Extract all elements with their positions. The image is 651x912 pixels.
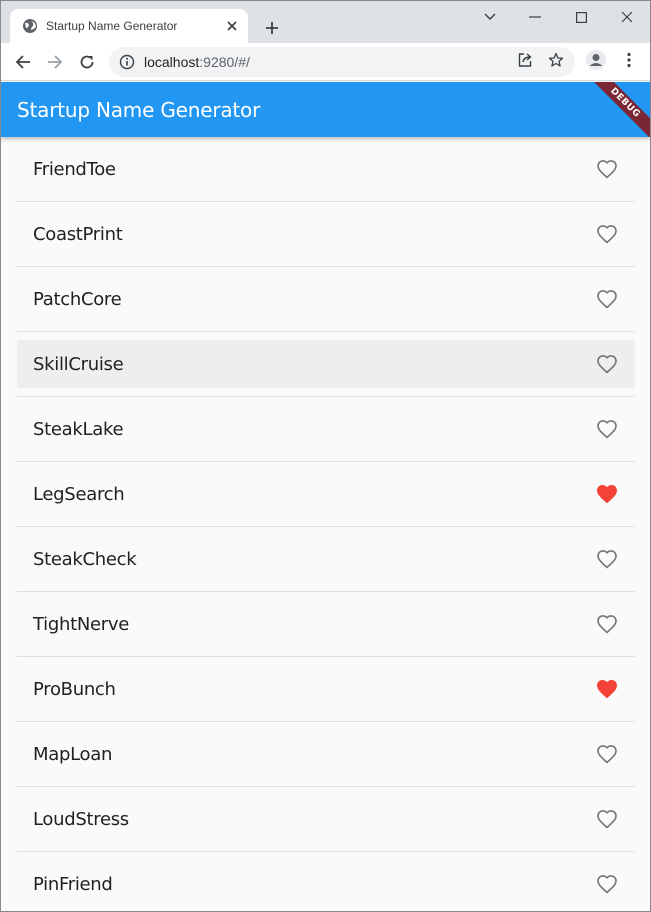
favorite-outline-heart-icon[interactable]	[595, 872, 619, 896]
startup-name: SteakCheck	[33, 548, 137, 570]
browser-tab[interactable]: Startup Name Generator	[10, 9, 248, 43]
address-bar[interactable]: localhost:9280/#/	[109, 47, 575, 77]
list-item[interactable]: MapLoan	[17, 722, 635, 786]
site-info-icon[interactable]	[119, 54, 135, 70]
tab-title: Startup Name Generator	[46, 19, 178, 33]
more-menu-icon[interactable]	[617, 48, 641, 72]
list-item[interactable]: SkillCruise	[17, 332, 635, 396]
name-list: FriendToe CoastPrint PatchCore SkillCrui…	[17, 137, 635, 911]
back-arrow-icon[interactable]	[9, 48, 37, 76]
startup-name: PinFriend	[33, 873, 113, 895]
close-tab-icon[interactable]	[220, 14, 244, 38]
new-tab-button[interactable]	[259, 15, 285, 41]
startup-name: SkillCruise	[33, 353, 124, 375]
list-item[interactable]: ProBunch	[17, 657, 635, 721]
favorite-outline-heart-icon[interactable]	[595, 742, 619, 766]
minimize-icon[interactable]	[512, 1, 558, 33]
list-item[interactable]: FriendToe	[17, 137, 635, 201]
startup-name: PatchCore	[33, 288, 122, 310]
list-item[interactable]: SteakLake	[17, 397, 635, 461]
favorite-outline-heart-icon[interactable]	[595, 222, 619, 246]
favorite-outline-heart-icon[interactable]	[595, 287, 619, 311]
maximize-icon[interactable]	[558, 1, 604, 33]
debug-banner: DEBUG	[574, 82, 650, 137]
forward-arrow-icon[interactable]	[41, 48, 69, 76]
app-bar: Startup Name Generator DEBUG	[1, 82, 650, 137]
browser-window: Startup Name Generator localhost:9280/#/…	[0, 0, 651, 912]
favorite-outline-heart-icon[interactable]	[595, 157, 619, 181]
list-item[interactable]: PinFriend	[17, 852, 635, 911]
list-item[interactable]: SteakCheck	[17, 527, 635, 591]
share-icon[interactable]	[513, 48, 537, 72]
startup-name: TightNerve	[33, 613, 130, 635]
app-title: Startup Name Generator	[17, 97, 261, 122]
list-item[interactable]: LoudStress	[17, 787, 635, 851]
browser-toolbar: localhost:9280/#/	[1, 43, 650, 81]
startup-name: FriendToe	[33, 158, 116, 180]
list-item[interactable]: PatchCore	[17, 267, 635, 331]
favorite-outline-heart-icon[interactable]	[595, 612, 619, 636]
list-item[interactable]: CoastPrint	[17, 202, 635, 266]
startup-name: LegSearch	[33, 483, 125, 505]
url-text: localhost:9280/#/	[144, 54, 250, 70]
list-item[interactable]: LegSearch	[17, 462, 635, 526]
startup-name: MapLoan	[33, 743, 113, 765]
reload-icon[interactable]	[73, 48, 101, 76]
favorite-filled-heart-icon[interactable]	[595, 482, 619, 506]
favorite-outline-heart-icon[interactable]	[595, 417, 619, 441]
tab-search-icon[interactable]	[467, 1, 513, 33]
startup-name: ProBunch	[33, 678, 116, 700]
favorite-outline-heart-icon[interactable]	[595, 807, 619, 831]
close-window-icon[interactable]	[604, 1, 650, 33]
tab-strip: Startup Name Generator	[1, 1, 650, 43]
favorite-filled-heart-icon[interactable]	[595, 677, 619, 701]
profile-avatar-icon[interactable]	[584, 48, 608, 72]
startup-name: CoastPrint	[33, 223, 123, 245]
bookmark-star-icon[interactable]	[544, 48, 568, 72]
startup-name: SteakLake	[33, 418, 124, 440]
startup-name: LoudStress	[33, 808, 129, 830]
list-item[interactable]: TightNerve	[17, 592, 635, 656]
globe-icon	[23, 19, 37, 33]
favorite-outline-heart-icon[interactable]	[595, 547, 619, 571]
favorite-outline-heart-icon[interactable]	[595, 352, 619, 376]
